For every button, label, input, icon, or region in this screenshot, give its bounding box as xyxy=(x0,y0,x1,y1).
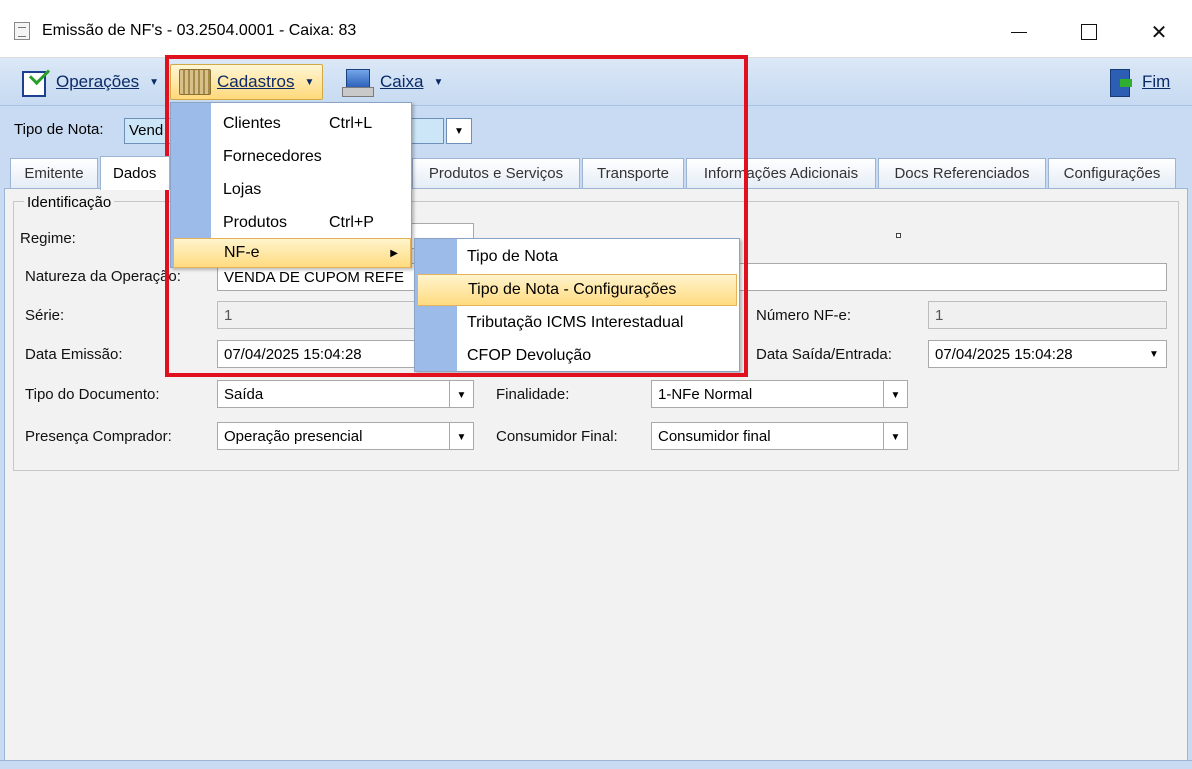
menu-item-label: Lojas xyxy=(223,180,262,198)
chevron-down-icon[interactable]: ▼ xyxy=(449,381,473,407)
consumidor-label: Consumidor Final: xyxy=(496,428,618,445)
chevron-down-icon[interactable]: ▼ xyxy=(883,381,907,407)
numero-nfe-input[interactable]: 1 xyxy=(928,301,1167,329)
finalidade-label: Finalidade: xyxy=(496,386,570,403)
submenu-item-tipo-nota[interactable]: Tipo de Nota xyxy=(415,241,739,273)
tipo-documento-value: Saída xyxy=(224,386,264,403)
tipo-documento-combo[interactable]: Saída ▼ xyxy=(217,380,474,408)
status-strip xyxy=(0,760,1192,769)
group-title: Identificação xyxy=(24,194,115,211)
menu-fim[interactable]: Fim xyxy=(1098,64,1178,100)
cadastros-icon xyxy=(179,69,211,95)
menu-item-nfe[interactable]: NF-e ▶ xyxy=(173,238,411,268)
nfe-submenu: Tipo de Nota Tipo de Nota - Configuraçõe… xyxy=(414,238,740,372)
dropdown-arrow-icon: ▼ xyxy=(149,76,160,88)
maximize-button[interactable] xyxy=(1066,14,1112,50)
consumidor-combo[interactable]: Consumidor final ▼ xyxy=(651,422,908,450)
dropdown-arrow-icon: ▼ xyxy=(304,76,315,88)
menu-fim-label: Fim xyxy=(1142,72,1171,91)
natureza-label: Natureza da Operação: xyxy=(25,268,181,285)
date-dropdown-icon[interactable]: ▼ xyxy=(1142,341,1166,367)
menu-item-label: Clientes xyxy=(223,114,281,132)
cash-register-icon xyxy=(340,67,374,97)
chevron-down-icon[interactable]: ▼ xyxy=(883,423,907,449)
consumidor-value: Consumidor final xyxy=(658,428,771,445)
close-button[interactable]: ✕ xyxy=(1136,14,1182,50)
data-emissao-label: Data Emissão: xyxy=(25,346,123,363)
menu-bar: Operações ▼ Cadastros ▼ Caixa ▼ Fim xyxy=(0,58,1192,106)
data-saida-value: 07/04/2025 15:04:28 xyxy=(935,346,1073,363)
submenu-item-label: Tipo de Nota - Configurações xyxy=(468,281,677,298)
tipo-documento-label: Tipo do Documento: xyxy=(25,386,160,403)
submenu-item-cfop-devolucao[interactable]: CFOP Devolução xyxy=(415,340,739,372)
menu-cadastros-label: Cadastros xyxy=(217,72,295,91)
operations-icon xyxy=(18,67,50,97)
finalidade-value: 1-NFe Normal xyxy=(658,386,753,403)
menu-item-shortcut: Ctrl+L xyxy=(329,114,373,132)
menu-item-label: Produtos xyxy=(223,213,288,231)
submenu-arrow-icon: ▶ xyxy=(390,247,398,259)
serie-label: Série: xyxy=(25,307,65,324)
tipo-nota-dropdown-button[interactable]: ▼ xyxy=(446,118,472,144)
submenu-item-tributacao-icms[interactable]: Tributação ICMS Interestadual xyxy=(415,307,739,339)
window-title: Emissão de NF's - 03.2504.0001 - Caixa: … xyxy=(42,22,357,39)
menu-caixa-label: Caixa xyxy=(380,72,424,91)
menu-operacoes[interactable]: Operações ▼ xyxy=(10,64,167,100)
submenu-item-label: Tipo de Nota xyxy=(467,248,559,265)
tab-dados[interactable]: Dados xyxy=(100,156,170,190)
presenca-label: Presença Comprador: xyxy=(25,428,172,445)
title-bar: Emissão de NF's - 03.2504.0001 - Caixa: … xyxy=(0,0,1192,58)
menu-cadastros[interactable]: Cadastros ▼ xyxy=(170,64,324,100)
finalidade-combo[interactable]: 1-NFe Normal ▼ xyxy=(651,380,908,408)
menu-item-shortcut: Ctrl+P xyxy=(329,213,374,231)
tab-docs-referenciados[interactable]: Docs Referenciados xyxy=(878,158,1046,188)
menu-item-label: NF-e xyxy=(224,244,260,261)
dropdown-arrow-icon: ▼ xyxy=(433,76,444,88)
presenca-value: Operação presencial xyxy=(224,428,363,445)
app-icon xyxy=(14,22,30,40)
submenu-item-tipo-nota-configuracoes[interactable]: Tipo de Nota - Configurações xyxy=(417,274,737,306)
tab-emitente[interactable]: Emitente xyxy=(10,158,98,188)
resize-handle-icon xyxy=(896,233,901,238)
data-saida-label: Data Saída/Entrada: xyxy=(756,346,892,363)
serie-input[interactable]: 1 xyxy=(217,301,417,329)
chevron-down-icon[interactable]: ▼ xyxy=(449,423,473,449)
data-emissao-input[interactable]: 07/04/2025 15:04:28 xyxy=(217,340,417,368)
tab-informacoes-adicionais[interactable]: Informações Adicionais xyxy=(686,158,876,188)
submenu-item-label: CFOP Devolução xyxy=(467,347,592,364)
menu-caixa[interactable]: Caixa ▼ xyxy=(332,64,451,100)
menu-operacoes-label: Operações xyxy=(56,72,140,91)
numero-nfe-label: Número NF-e: xyxy=(756,307,852,324)
tipo-nota-label: Tipo de Nota: xyxy=(14,121,104,138)
tab-produtos-servicos[interactable]: Produtos e Serviços xyxy=(412,158,580,188)
tab-configuracoes[interactable]: Configurações xyxy=(1048,158,1176,188)
data-saida-input[interactable]: 07/04/2025 15:04:28 ▼ xyxy=(928,340,1167,368)
menu-item-clientes[interactable]: Clientes Ctrl+L xyxy=(171,107,411,140)
menu-item-label: Fornecedores xyxy=(223,147,322,165)
exit-door-icon xyxy=(1106,67,1136,97)
regime-label: Regime: xyxy=(20,230,76,247)
tab-transporte[interactable]: Transporte xyxy=(582,158,684,188)
presenca-combo[interactable]: Operação presencial ▼ xyxy=(217,422,474,450)
submenu-item-label: Tributação ICMS Interestadual xyxy=(467,314,684,331)
cadastros-dropdown: Clientes Ctrl+L Fornecedores Lojas Produ… xyxy=(170,102,412,268)
minimize-button[interactable] xyxy=(996,14,1042,50)
menu-item-fornecedores[interactable]: Fornecedores xyxy=(171,140,411,173)
menu-item-produtos[interactable]: Produtos Ctrl+P xyxy=(171,206,411,239)
menu-item-lojas[interactable]: Lojas xyxy=(171,173,411,206)
